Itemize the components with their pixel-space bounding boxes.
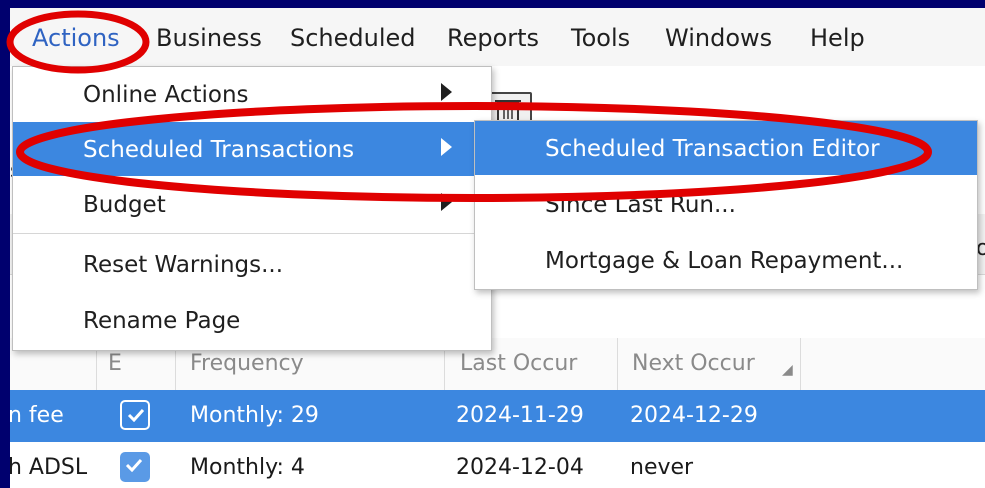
cell-name: n fee	[10, 403, 64, 428]
menu-reports[interactable]: Reports	[447, 24, 539, 52]
menu-item-mortgage-loan-repayment[interactable]: Mortgage & Loan Repayment...	[475, 233, 977, 287]
menu-item-since-last-run[interactable]: Since Last Run...	[475, 177, 977, 231]
checkbox-checked-icon[interactable]	[120, 400, 150, 430]
menu-windows[interactable]: Windows	[665, 24, 772, 52]
menu-item-label: Scheduled Transaction Editor	[545, 136, 880, 162]
menu-item-label: Budget	[83, 192, 166, 218]
chevron-right-icon	[441, 138, 452, 156]
cell-frequency: Monthly: 4	[190, 455, 305, 480]
menu-item-label: Scheduled Transactions	[83, 137, 355, 163]
menu-item-label: Reset Warnings...	[83, 252, 284, 278]
menu-item-label: Online Actions	[83, 82, 249, 108]
column-header-last-occur[interactable]: Last Occur	[460, 350, 577, 378]
cell-next-occur: never	[630, 455, 694, 480]
menu-business[interactable]: Business	[156, 24, 262, 52]
menu-item-reset-warnings[interactable]: Reset Warnings...	[13, 237, 491, 291]
checkbox-checked-icon[interactable]	[120, 452, 150, 482]
column-header-next-occur[interactable]: Next Occur	[632, 350, 755, 378]
cell-frequency: Monthly: 29	[190, 403, 319, 428]
scheduled-transactions-submenu: Scheduled Transaction Editor Since Last …	[474, 120, 978, 290]
table-row[interactable]: n fee Monthly: 29 2024-11-29 2024-12-29	[10, 390, 985, 442]
column-header-enabled[interactable]: E	[108, 350, 122, 378]
menubar: Actions Business Scheduled Reports Tools…	[10, 8, 985, 66]
menu-item-label: Since Last Run...	[545, 192, 736, 218]
cell-last-occur: 2024-11-29	[456, 403, 584, 428]
menu-scheduled[interactable]: Scheduled	[290, 24, 416, 52]
menu-item-scheduled-transaction-editor[interactable]: Scheduled Transaction Editor	[475, 121, 977, 175]
table-row[interactable]: h ADSL Monthly: 4 2024-12-04 never	[10, 442, 985, 488]
menu-item-scheduled-transactions[interactable]: Scheduled Transactions	[13, 122, 491, 176]
menu-item-label: Rename Page	[83, 308, 241, 334]
menu-help[interactable]: Help	[810, 24, 865, 52]
column-header-frequency[interactable]: Frequency	[190, 350, 304, 378]
menu-tools[interactable]: Tools	[571, 24, 630, 52]
chevron-right-icon	[441, 83, 452, 101]
chevron-right-icon	[441, 193, 452, 211]
menu-item-online-actions[interactable]: Online Actions	[13, 67, 491, 121]
cell-next-occur: 2024-12-29	[630, 403, 758, 428]
column-divider[interactable]	[617, 338, 618, 390]
column-divider[interactable]	[800, 338, 801, 390]
actions-menu: Online Actions Scheduled Transactions Bu…	[12, 66, 492, 351]
menu-actions[interactable]: Actions	[32, 24, 120, 52]
cell-last-occur: 2024-12-04	[456, 455, 584, 480]
menu-separator	[13, 233, 491, 234]
sort-indicator-icon: ◢	[782, 362, 793, 378]
application-window: Actions Business Scheduled Reports Tools…	[10, 8, 985, 488]
cell-name: h ADSL	[10, 455, 88, 480]
menu-item-rename-page[interactable]: Rename Page	[13, 293, 491, 347]
menu-item-budget[interactable]: Budget	[13, 177, 491, 231]
menu-item-label: Mortgage & Loan Repayment...	[545, 248, 904, 274]
